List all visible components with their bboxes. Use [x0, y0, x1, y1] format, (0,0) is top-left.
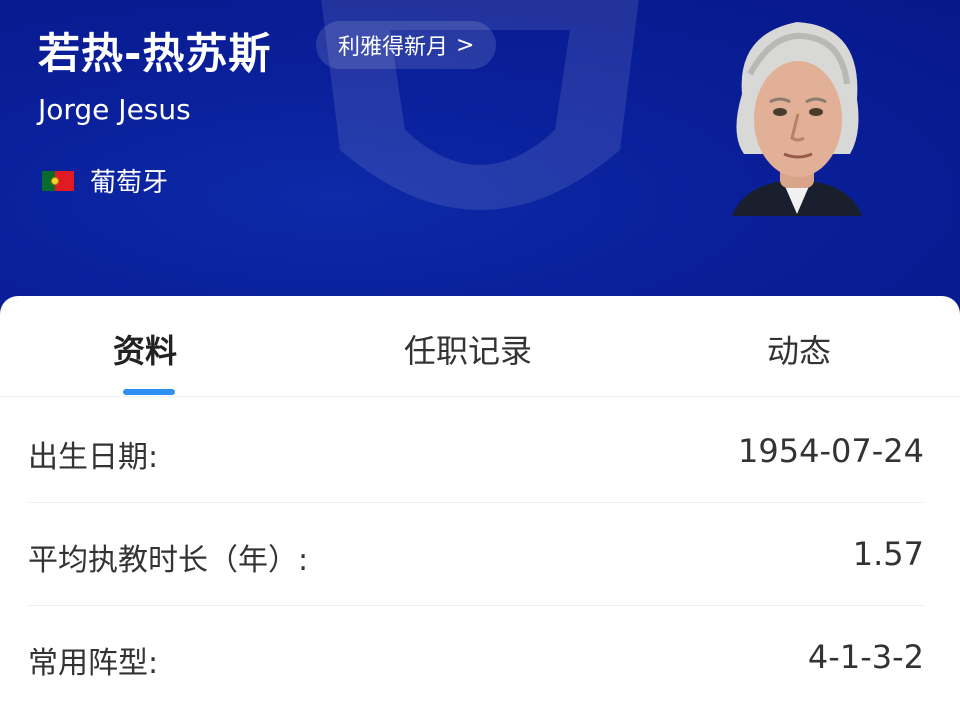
profile-card: 资料 任职记录 动态 出生日期: 1954-07-24 平均执教时长（年）: 1…: [0, 296, 960, 697]
info-row-formation: 常用阵型: 4-1-3-2: [28, 606, 924, 708]
info-row-birth-date: 出生日期: 1954-07-24: [28, 400, 924, 503]
tab-profile[interactable]: 资料: [113, 326, 177, 372]
tab-news[interactable]: 动态: [767, 326, 831, 372]
avg-tenure-label: 平均执教时长（年）:: [28, 543, 309, 578]
info-row-avg-tenure: 平均执教时长（年）: 1.57: [28, 503, 924, 606]
birth-date-label: 出生日期:: [28, 440, 159, 475]
nationality: 葡萄牙: [42, 162, 168, 199]
chevron-right-icon: >: [456, 32, 475, 58]
coach-name-english: Jorge Jesus: [38, 93, 191, 126]
coach-avatar: [732, 22, 862, 216]
formation-value: 4-1-3-2: [807, 638, 924, 676]
avg-tenure-value: 1.57: [852, 535, 924, 573]
portugal-flag-icon: [42, 170, 74, 191]
tab-career-history[interactable]: 任职记录: [404, 326, 532, 372]
club-name: 利雅得新月: [338, 35, 449, 60]
tab-bar: 资料 任职记录 动态: [0, 296, 960, 397]
profile-header: 若热-热苏斯 利雅得新月 > Jorge Jesus 葡萄牙: [0, 0, 960, 330]
country-name: 葡萄牙: [90, 168, 169, 198]
formation-label: 常用阵型:: [28, 646, 159, 681]
club-link-button[interactable]: 利雅得新月 >: [316, 21, 497, 69]
birth-date-value: 1954-07-24: [738, 432, 924, 470]
coach-name-chinese: 若热-热苏斯: [38, 29, 272, 78]
active-tab-indicator: [123, 389, 175, 395]
